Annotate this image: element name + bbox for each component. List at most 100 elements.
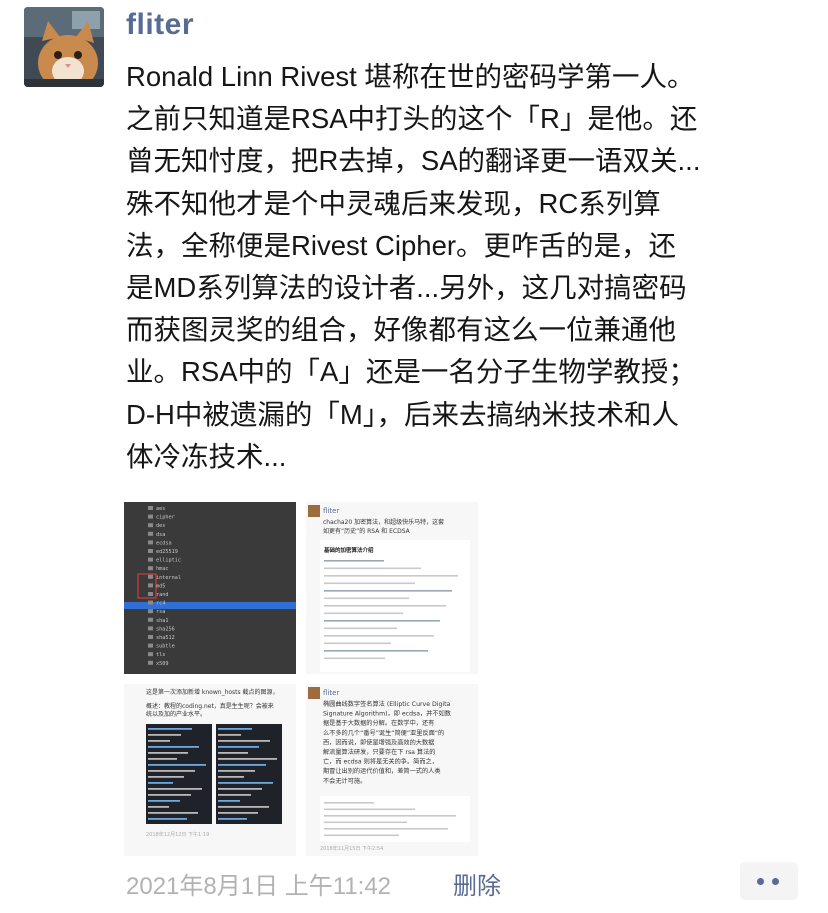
more-dot-icon <box>772 878 779 885</box>
folder-icon <box>148 514 153 519</box>
thumb3-timestamp: 2018年12月12日 下午1:19 <box>146 831 209 838</box>
folder-icon <box>148 643 153 648</box>
terminal-code-line <box>218 728 252 730</box>
document-text-line <box>324 834 399 837</box>
post-text-line: 业。RSA中的「A」还是一名分子生物学教授； <box>126 356 696 388</box>
thumb4-line: 期冒让出别的运代价值和，差简一式的人类 <box>323 767 441 775</box>
document-text-line <box>324 575 458 577</box>
folder-icon <box>148 609 153 614</box>
folder-label: ed25519 <box>156 549 178 555</box>
thumb2-author: fliter <box>323 507 339 515</box>
post-text-line: 而获图灵奖的组合，好像都有这么一位兼通他 <box>126 314 676 346</box>
delete-link[interactable]: 删除 <box>453 866 501 901</box>
terminal-code-line <box>148 758 177 760</box>
document-text-line <box>324 650 428 652</box>
folder-label: cipher <box>156 515 175 521</box>
terminal-code-line <box>148 812 198 814</box>
document-text-line <box>324 657 385 660</box>
folder-label: tls <box>156 652 165 658</box>
thumb4-line: 西，因而说，即使是增强及高效的大数据 <box>323 738 434 746</box>
folder-icon <box>148 574 153 579</box>
folder-icon <box>148 523 153 528</box>
folder-label: x509 <box>156 661 169 667</box>
folder-icon <box>148 626 153 631</box>
avatar[interactable] <box>24 7 104 87</box>
image-thumbnail-4[interactable]: fliter 椭圆曲线数字签名算法 (Elliptic Curve Digita… <box>306 684 478 856</box>
document-text-line <box>324 627 397 630</box>
terminal-code-line <box>148 728 192 730</box>
document-text-line <box>324 821 407 824</box>
folder-label: md5 <box>156 583 165 589</box>
thumb4-line: 不会无计可施。 <box>323 777 366 785</box>
terminal-code-line <box>218 800 240 802</box>
document-text-line <box>324 567 421 570</box>
post-text-line: 是MD系列算法的设计者...另外，这几对搞密码 <box>126 272 687 304</box>
folder-label: aes <box>156 506 165 512</box>
folder-icon <box>148 592 153 596</box>
terminal-code-line <box>148 746 199 748</box>
thumb4-line: 解流量算法研发，只要存在下 rsa 算法的 <box>323 748 436 756</box>
document-text-line <box>324 620 440 622</box>
thumb4-timestamp: 2018年11月15日 下午2:54 <box>320 845 383 852</box>
more-options-button[interactable] <box>740 862 798 900</box>
document-text-line <box>324 612 403 615</box>
code-folder-tree-image: aes cipher des dsa ecdsa ed25519 elliptic hmac i… <box>124 502 296 674</box>
terminal-code-line <box>148 818 187 820</box>
terminal-code-line <box>218 806 269 808</box>
post-text-line: D-H中被遗漏的「M」，后来去搞纳米技术和人 <box>126 398 680 430</box>
terminal-code-line <box>218 758 277 760</box>
terminal-code-line <box>148 794 191 796</box>
folder-icon <box>148 635 153 639</box>
document-text-line <box>324 642 391 645</box>
terminal-code-line <box>218 782 273 784</box>
terminal-code-line <box>148 806 169 808</box>
folder-icon <box>148 652 153 657</box>
thumb2-line: chacha20 加密算法，和超级快乐马特，这套 <box>323 518 444 526</box>
post-text: Ronald Linn Rivest 堪称在世的密码学第一人。 之前只知道是RS… <box>126 56 810 478</box>
thumb3-line: 这是第一次添加新增 known_hosts 截点的图源， <box>146 688 279 696</box>
folder-label: elliptic <box>156 558 181 564</box>
post-text-line: 殊不知他才是个中灵魂后来发现，RC系列算 <box>126 187 661 219</box>
folder-icon <box>148 557 153 562</box>
terminal-code-line <box>148 770 195 772</box>
terminal-code-line <box>148 782 173 784</box>
thumb2-line: 如更有“历史”的 RSA 和 ECDSA <box>323 527 411 535</box>
post-text-line: 体冷冻技术... <box>126 440 287 472</box>
terminal-code-line <box>218 776 244 778</box>
folder-icon <box>148 583 153 588</box>
folder-label: rand <box>156 592 169 598</box>
post-text-line: 之前只知道是RSA中打头的这个「R」是他。还 <box>126 103 698 135</box>
document-text-line <box>324 802 374 804</box>
folder-icon <box>148 531 153 536</box>
thumb3-line: 统以及加的产业水平。 <box>146 710 206 718</box>
more-dot-icon <box>757 878 764 885</box>
terminal-code-line <box>148 776 184 778</box>
terminal-screenshot-image: 这是第一次添加新增 known_hosts 截点的图源， 概述：教程的codin… <box>124 684 296 856</box>
image-thumbnail-1[interactable]: aes cipher des dsa ecdsa ed25519 elliptic hmac i… <box>124 502 296 674</box>
image-thumbnail-3[interactable]: 这是第一次添加新增 known_hosts 截点的图源， 概述：教程的codin… <box>124 684 296 856</box>
terminal-code-line <box>218 770 255 772</box>
author-name[interactable]: fliter <box>126 8 194 42</box>
folder-label: hmac <box>156 566 169 572</box>
folder-label: dsa <box>156 532 165 538</box>
article-screenshot-image: fliter chacha20 加密算法，和超级快乐马特，这套 如更有“历史”的… <box>306 502 478 674</box>
folder-label: sha512 <box>156 635 175 641</box>
thumb4-line: 椭圆曲线数字签名算法 (Elliptic Curve Digita <box>323 700 451 708</box>
image-thumbnail-2[interactable]: fliter chacha20 加密算法，和超级快乐马特，这套 如更有“历史”的… <box>306 502 478 674</box>
terminal-code-line <box>218 752 248 754</box>
document-text-line <box>324 815 456 817</box>
document-text-line <box>324 560 384 562</box>
post-text-line: 法，全称便是Rivest Cipher。更咋舌的是，还 <box>126 229 677 261</box>
folder-label: sha1 <box>156 618 169 624</box>
text-screenshot-image: fliter 椭圆曲线数字签名算法 (Elliptic Curve Digita… <box>306 684 478 856</box>
terminal-code-line <box>148 800 180 802</box>
thumb4-author: fliter <box>323 689 339 697</box>
folder-icon <box>148 549 153 553</box>
folder-icon <box>148 566 153 571</box>
document-text-line <box>324 635 434 637</box>
folder-icon <box>148 617 153 622</box>
folder-icon <box>148 540 153 545</box>
document-text-line <box>324 808 415 811</box>
document-text-line <box>324 605 446 607</box>
folder-icon <box>148 600 153 605</box>
